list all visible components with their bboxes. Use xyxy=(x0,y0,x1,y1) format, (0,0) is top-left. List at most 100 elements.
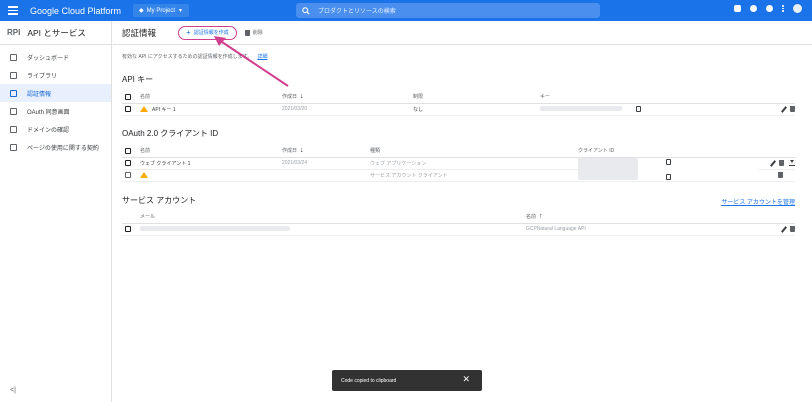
sidebar-item-label: OAuth 同意画面 xyxy=(27,109,70,116)
learn-more-link[interactable]: 詳細 xyxy=(257,54,267,60)
plus-icon: + xyxy=(186,27,191,37)
select-all-checkbox[interactable] xyxy=(125,93,131,100)
description-text: 有効な API にアクセスするための認証情報を作成します。 xyxy=(122,54,253,60)
copy-icon[interactable] xyxy=(636,105,641,112)
api-key-created: 2021/03/20 xyxy=(282,106,308,112)
oauth-client-type: ウェブ アプリケーション xyxy=(370,160,427,167)
sort-arrow-down-icon[interactable]: ↓ xyxy=(300,147,304,154)
warning-icon xyxy=(140,106,148,113)
column-header-type[interactable]: 種類 xyxy=(370,148,380,154)
search-icon xyxy=(302,6,310,15)
sidebar-item-library[interactable]: ライブラリ xyxy=(0,66,111,84)
sidebar-title: API とサービス xyxy=(27,27,86,38)
table-row[interactable]: GCPNatural Language API xyxy=(122,223,795,236)
row-checkbox[interactable] xyxy=(125,159,131,166)
column-header-name[interactable]: 名前 xyxy=(140,148,150,154)
sidebar-item-label: ライブラリ xyxy=(27,73,58,80)
edit-icon[interactable] xyxy=(780,105,788,113)
trash-icon[interactable] xyxy=(790,226,795,232)
trash-icon[interactable] xyxy=(790,106,795,112)
column-header-restriction[interactable]: 制限 xyxy=(413,94,423,100)
create-credentials-button[interactable]: + 認証情報を作成 xyxy=(178,25,237,40)
trash-icon[interactable] xyxy=(778,171,783,178)
more-options-icon[interactable] xyxy=(782,5,784,12)
sidebar-item-label: ページの使用に関する契約 xyxy=(27,145,99,152)
column-header-created[interactable]: 作成日 xyxy=(282,148,297,154)
row-checkbox[interactable] xyxy=(125,225,131,232)
project-icon: ◆ xyxy=(139,8,144,14)
column-header-created[interactable]: 作成日 xyxy=(282,94,297,100)
trash-icon xyxy=(244,29,250,36)
row-checkbox[interactable] xyxy=(125,171,131,178)
oauth-client-type: サービス アカウント クライアント xyxy=(370,172,448,179)
column-header-key[interactable]: キー xyxy=(540,94,550,100)
main-content: 認証情報 + 認証情報を作成 削除 有効な API にアクセスするための認証情報… xyxy=(113,21,812,402)
table-row[interactable]: ウェブ クライアント 1 2021/03/24 ウェブ アプリケーション xyxy=(122,157,795,182)
manage-service-accounts-link[interactable]: サービス アカウントを管理 xyxy=(721,197,795,206)
sidebar-item-label: ダッシュボード xyxy=(27,55,70,62)
sort-arrow-up-icon[interactable]: ↑ xyxy=(539,213,543,220)
column-header-client-id[interactable]: クライアント ID xyxy=(578,148,614,154)
project-name: My Project xyxy=(146,7,176,14)
oauth-title: OAuth 2.0 クライアント ID xyxy=(122,129,219,138)
oauth-icon xyxy=(10,107,17,115)
top-icons xyxy=(734,4,802,13)
edit-icon[interactable] xyxy=(780,225,788,233)
dashboard-icon xyxy=(10,53,17,61)
brand-title[interactable]: Google Cloud Platform xyxy=(30,6,121,16)
page-description: 有効な API にアクセスするための認証情報を作成します。 詳細 xyxy=(122,53,268,60)
oauth-client-name[interactable]: ウェブ クライアント 1 xyxy=(140,161,190,167)
sort-arrow-down-icon[interactable]: ↓ xyxy=(300,93,304,100)
column-header-name[interactable]: 名前 xyxy=(526,214,536,220)
gift-icon[interactable] xyxy=(734,5,742,12)
table-header-row: 名前 作成日 ↓ 制限 キー xyxy=(122,91,795,104)
agreement-icon xyxy=(10,143,17,151)
warning-icon xyxy=(140,171,148,178)
table-header-row: メール 名前 ↑ xyxy=(122,211,795,224)
service-account-email-redacted xyxy=(140,226,290,232)
column-header-email[interactable]: メール xyxy=(140,214,155,220)
select-all-checkbox[interactable] xyxy=(125,147,131,154)
create-credentials-label: 認証情報を作成 xyxy=(193,30,229,36)
search-bar[interactable]: プロダクトとリソースの検索 xyxy=(296,3,600,18)
api-key-name[interactable]: API キー 1 xyxy=(152,107,176,113)
delete-label: 削除 xyxy=(252,30,263,36)
sidebar-item-credentials[interactable]: 認証情報 xyxy=(0,84,111,102)
hamburger-menu-icon[interactable] xyxy=(8,4,22,18)
help-icon[interactable] xyxy=(750,5,758,12)
column-header-name[interactable]: 名前 xyxy=(140,94,150,100)
sidebar-item-dashboard[interactable]: ダッシュボード xyxy=(0,48,111,66)
sidebar-item-label: ドメインの確認 xyxy=(27,127,70,134)
sidebar-item-oauth-consent[interactable]: OAuth 同意画面 xyxy=(0,102,111,120)
notifications-icon[interactable] xyxy=(766,5,774,12)
sidebar-item-domain-verification[interactable]: ドメインの確認 xyxy=(0,120,111,138)
project-selector[interactable]: ◆ My Project ▼ xyxy=(133,4,189,17)
sidebar-item-label: 認証情報 xyxy=(27,91,52,98)
page-title: 認証情報 xyxy=(122,27,157,38)
collapse-sidebar-icon[interactable]: <| xyxy=(10,387,16,394)
avatar[interactable] xyxy=(793,4,802,13)
snackbar-message: Code copied to clipboard xyxy=(341,377,397,384)
edit-icon[interactable] xyxy=(769,159,777,167)
close-icon[interactable]: ✕ xyxy=(462,375,470,384)
sidebar-item-page-usage-agreements[interactable]: ページの使用に関する契約 xyxy=(0,138,111,156)
copy-icon[interactable] xyxy=(666,158,671,165)
domain-icon xyxy=(10,125,17,133)
api-keys-table: 名前 作成日 ↓ 制限 キー API キー 1 2021/03/20 なし xyxy=(122,91,795,116)
client-id-redacted xyxy=(578,158,638,180)
copy-icon[interactable] xyxy=(666,173,671,180)
oauth-client-created: 2021/03/24 xyxy=(282,160,308,166)
snackbar: Code copied to clipboard ✕ xyxy=(332,370,482,391)
search-placeholder: プロダクトとリソースの検索 xyxy=(318,9,396,15)
trash-icon[interactable] xyxy=(779,160,784,166)
action-bar: 認証情報 + 認証情報を作成 削除 xyxy=(113,21,812,45)
api-key-value-redacted xyxy=(540,106,622,112)
service-accounts-table: メール 名前 ↑ GCPNatural Language API xyxy=(122,211,795,236)
api-key-restriction: なし xyxy=(413,106,424,113)
library-icon xyxy=(10,71,17,79)
row-checkbox[interactable] xyxy=(125,105,131,112)
table-header-row: 名前 作成日 ↓ 種類 クライアント ID xyxy=(122,145,795,158)
table-row[interactable]: API キー 1 2021/03/20 なし xyxy=(122,103,795,116)
delete-button[interactable]: 削除 xyxy=(244,29,263,36)
download-icon[interactable] xyxy=(789,160,795,166)
